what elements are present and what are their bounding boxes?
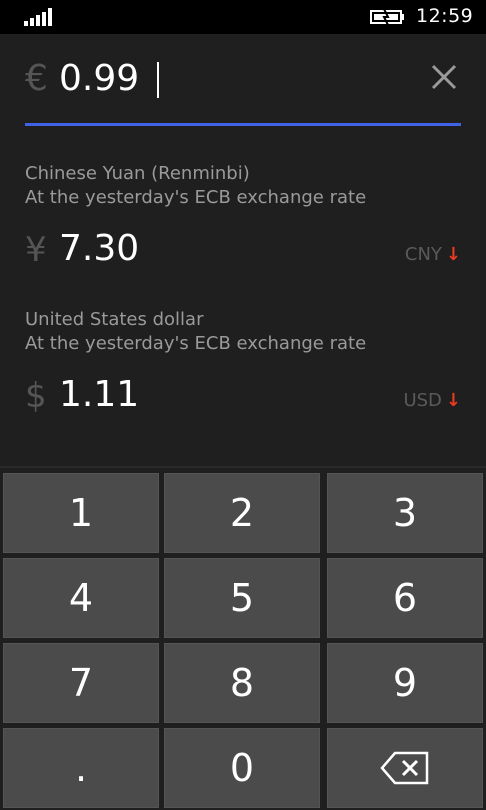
currency-code: USD — [403, 390, 442, 411]
backspace-icon — [380, 751, 429, 785]
signal-strength-icon — [24, 8, 56, 26]
key-5[interactable]: 5 — [164, 558, 320, 638]
rate-note: At the yesterday's ECB exchange rate — [25, 187, 367, 208]
numeric-keypad: 1 2 3 4 5 6 7 8 9 . 0 — [0, 466, 486, 810]
converter-main: € Chinese Yuan (Renminbi) At the yesterd… — [0, 34, 486, 466]
key-2[interactable]: 2 — [164, 473, 320, 553]
currency-symbol: ¥ — [25, 230, 47, 270]
currency-code: CNY — [404, 244, 442, 265]
result-cny: Chinese Yuan (Renminbi) At the yesterday… — [25, 162, 465, 286]
key-9[interactable]: 9 — [327, 643, 483, 723]
key-decimal[interactable]: . — [3, 728, 159, 808]
rate-note: At the yesterday's ECB exchange rate — [25, 333, 367, 354]
amount-input-row: € — [25, 56, 461, 126]
currency-name: United States dollar — [25, 309, 204, 330]
text-caret — [157, 62, 159, 98]
key-4[interactable]: 4 — [3, 558, 159, 638]
result-value-row: ¥ 7.30 CNY ↓ — [25, 226, 465, 286]
input-underline — [25, 123, 461, 126]
input-currency-symbol: € — [25, 58, 48, 99]
key-7[interactable]: 7 — [3, 643, 159, 723]
converted-value: 7.30 — [59, 228, 140, 269]
currency-code-button[interactable]: USD ↓ — [403, 390, 461, 411]
phone-screen: 12:59 € Chinese Yuan (Renminbi) At the y… — [0, 0, 486, 810]
amount-input[interactable] — [59, 56, 419, 102]
result-value-row: $ 1.11 USD ↓ — [25, 372, 465, 432]
key-3[interactable]: 3 — [327, 473, 483, 553]
result-usd: United States dollar At the yesterday's … — [25, 308, 465, 432]
trend-down-icon: ↓ — [445, 390, 461, 411]
converted-value: 1.11 — [59, 374, 140, 415]
trend-down-icon: ↓ — [445, 244, 461, 265]
key-8[interactable]: 8 — [164, 643, 320, 723]
close-icon[interactable] — [427, 60, 461, 94]
key-6[interactable]: 6 — [327, 558, 483, 638]
key-0[interactable]: 0 — [164, 728, 320, 808]
currency-name: Chinese Yuan (Renminbi) — [25, 163, 250, 184]
battery-charging-icon — [370, 8, 404, 26]
status-time: 12:59 — [416, 5, 474, 27]
currency-code-button[interactable]: CNY ↓ — [405, 244, 461, 265]
key-1[interactable]: 1 — [3, 473, 159, 553]
status-bar: 12:59 — [0, 0, 486, 34]
currency-symbol: $ — [25, 376, 47, 416]
backspace-button[interactable] — [327, 728, 483, 808]
